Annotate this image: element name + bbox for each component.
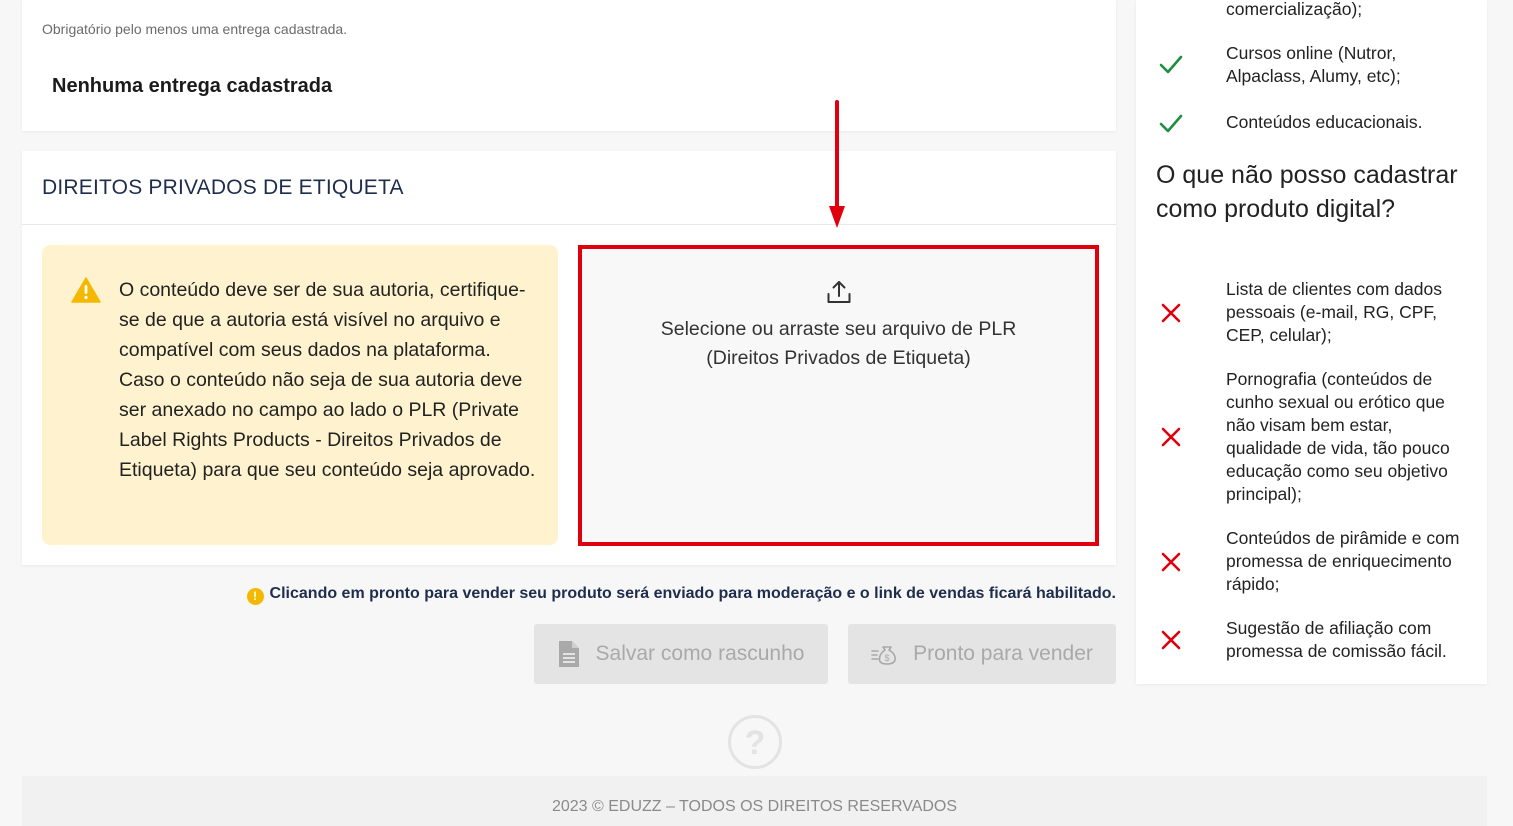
- ready-to-sell-button[interactable]: $ Pronto para vender: [848, 624, 1116, 684]
- svg-text:$: $: [885, 653, 890, 663]
- check-icon: [1159, 55, 1183, 74]
- plr-section-title: DIREITOS PRIVADOS DE ETIQUETA: [42, 176, 404, 199]
- plr-file-dropzone[interactable]: Selecione ou arraste seu arquivo de PLR …: [578, 245, 1099, 546]
- document-icon: [558, 641, 579, 667]
- svg-text:?: ?: [745, 724, 766, 762]
- authorship-alert-text: O conteúdo deve ser de sua autoria, cert…: [119, 279, 536, 481]
- cross-icon: [1161, 427, 1181, 447]
- dropzone-text: Selecione ou arraste seu arquivo de PLR …: [582, 315, 1095, 373]
- cross-icon: [1161, 552, 1181, 572]
- footer-copyright: 2023 © EDUZZ – TODOS OS DIREITOS RESERVA…: [551, 798, 958, 815]
- help-icon[interactable]: ?: [727, 714, 783, 770]
- plr-card: DIREITOS PRIVADOS DE ETIQUETA O conteúdo…: [22, 151, 1116, 565]
- allowed-item-text: comercialização);: [1226, 0, 1363, 19]
- save-draft-label: Salvar como rascunho: [595, 642, 805, 665]
- annotation-arrow-icon: [829, 100, 845, 228]
- moderation-notice-text: Clicando em pronto para vender seu produ…: [269, 585, 1116, 602]
- ready-to-sell-label: Pronto para vender: [913, 642, 1093, 665]
- forbidden-item-text: Lista de clientes com dados pessoais (e-…: [1226, 279, 1442, 345]
- info-icon: !: [246, 588, 264, 605]
- dropzone-line-1: Selecione ou arraste seu arquivo de PLR: [660, 318, 1017, 340]
- footer: 2023 © EDUZZ – TODOS OS DIREITOS RESERVA…: [22, 776, 1487, 826]
- forbidden-item-text: Conteúdos de pirâmide e com promessa de …: [1226, 528, 1460, 594]
- dropzone-line-2: (Direitos Privados de Etiqueta): [706, 347, 971, 369]
- money-bag-icon: $: [871, 646, 897, 665]
- cross-icon: [1161, 630, 1181, 650]
- deliveries-empty-text: Nenhuma entrega cadastrada: [52, 75, 333, 97]
- forbidden-item-text: Sugestão de afiliação com promessa de co…: [1226, 618, 1447, 661]
- product-guidelines-sidebar: comercialização); Cursos online (Nutror,…: [1136, 0, 1487, 684]
- deliveries-hint: Obrigatório pelo menos uma entrega cadas…: [42, 21, 348, 37]
- section-divider: [22, 224, 1116, 225]
- forbidden-item-text: Pornografia (conteúdos de cunho sexual o…: [1226, 369, 1450, 504]
- check-icon: [1159, 114, 1183, 133]
- deliveries-card: Obrigatório pelo menos uma entrega cadas…: [22, 0, 1116, 131]
- upload-icon: [827, 281, 851, 303]
- save-draft-button[interactable]: Salvar como rascunho: [534, 624, 828, 684]
- cross-icon: [1161, 303, 1181, 323]
- warning-icon: [71, 277, 101, 303]
- moderation-notice: ! Clicando em pronto para vender seu prod…: [190, 585, 1116, 605]
- allowed-item-text: Cursos online (Nutror, Alpaclass, Alumy,…: [1226, 43, 1401, 86]
- allowed-item-text: Conteúdos educacionais.: [1226, 112, 1423, 132]
- forbidden-heading: O que não posso cadastrar como produto d…: [1156, 161, 1458, 223]
- authorship-alert: O conteúdo deve ser de sua autoria, cert…: [42, 245, 558, 545]
